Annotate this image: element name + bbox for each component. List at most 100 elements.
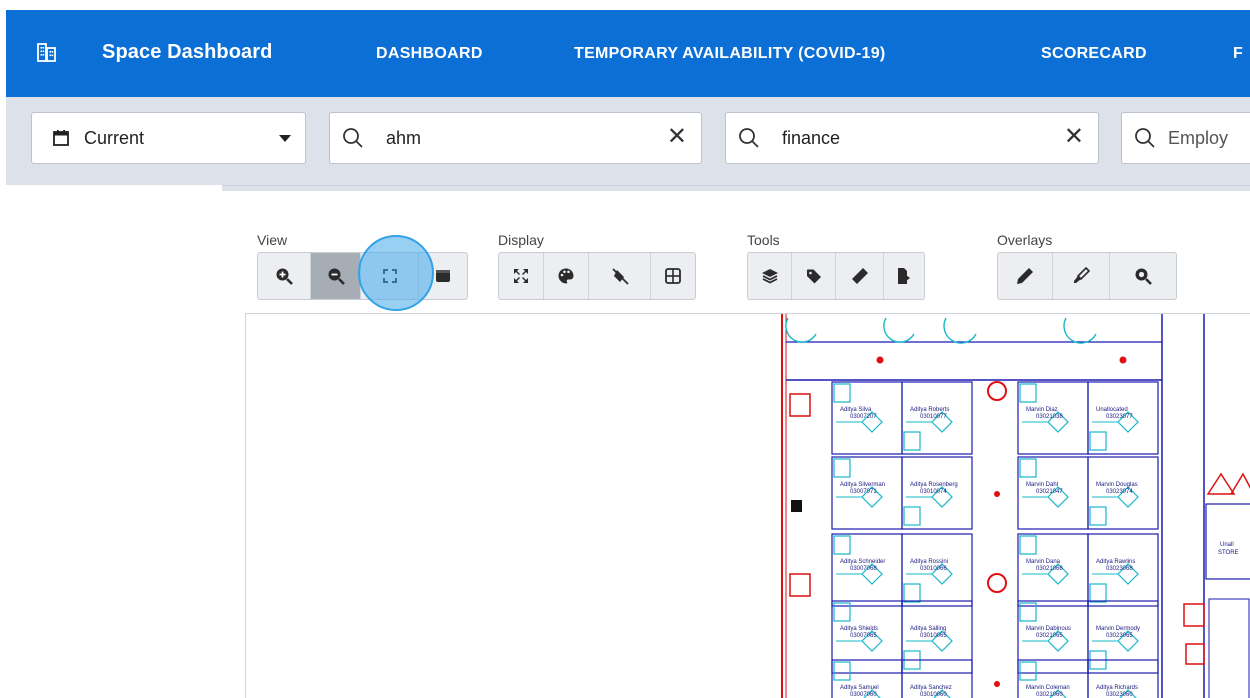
search-zoom-icon	[1135, 268, 1152, 285]
panel-divider	[222, 185, 1250, 191]
room-label-store: STORE	[1218, 550, 1239, 556]
occupant-id: 03021068	[1036, 566, 1063, 572]
tools-toolbar	[747, 252, 925, 300]
nav-temporary-availability[interactable]: TEMPORARY AVAILABILITY (COVID-19)	[574, 45, 886, 63]
workstation[interactable]: Marvin Diaz03021038	[1017, 381, 1089, 455]
layers-icon	[761, 269, 778, 284]
app-title[interactable]: Space Dashboard	[102, 41, 272, 64]
tag-icon	[806, 269, 821, 284]
workstation[interactable]: Marvin Coleman03021060	[1017, 659, 1089, 698]
calendar-icon	[53, 130, 69, 146]
occupant-id: 03010065	[920, 633, 947, 639]
hide-fill-icon	[611, 268, 629, 285]
search-input-2[interactable]: finance ✕	[725, 112, 1099, 164]
occupant-name: Marvin Dahl	[1026, 482, 1058, 488]
workstation[interactable]: Aditya Samuel03007060	[831, 659, 903, 698]
palette-icon	[558, 268, 574, 284]
search-icon	[1135, 128, 1155, 148]
occupant-name: Aditya Rawlins	[1096, 559, 1135, 565]
display-group-label: Display	[498, 232, 544, 248]
search-icon	[343, 128, 363, 148]
occupant-name: Marvin Diaz	[1026, 407, 1058, 413]
marker-button[interactable]	[1053, 253, 1110, 299]
panel-icon	[436, 270, 450, 282]
nav-more[interactable]: F	[1233, 45, 1243, 63]
workstation[interactable]: Aditya Salling03010065	[901, 600, 973, 674]
floorplan-drawing: Unall STORE Aditya Silva03007207Aditya R…	[781, 314, 1250, 698]
zoom-in-button[interactable]	[258, 253, 311, 299]
ruler-button[interactable]	[836, 253, 884, 299]
workstation[interactable]: Aditya Sanchez03010060	[901, 659, 973, 698]
workstation[interactable]: Aditya Schneider03007068	[831, 533, 903, 607]
workstation[interactable]: Unallocated03023077	[1087, 381, 1159, 455]
grid-button[interactable]	[651, 253, 695, 299]
layers-button[interactable]	[748, 253, 792, 299]
occupant-id: 03023065	[1106, 633, 1133, 639]
workstation[interactable]: Aditya Rossini03010066	[901, 533, 973, 607]
occupant-name: Marvin Coleman	[1026, 685, 1070, 691]
occupant-id: 03007071	[850, 489, 877, 495]
export-button[interactable]	[884, 253, 924, 299]
occupant-id: 03021060	[1036, 692, 1063, 698]
close-icon[interactable]: ✕	[1064, 123, 1084, 151]
tag-button[interactable]	[792, 253, 836, 299]
zoom-out-icon	[328, 268, 345, 285]
search-3-placeholder: Employ	[1168, 128, 1229, 148]
occupant-id: 03010074	[920, 489, 947, 495]
occupant-id: 03007207	[850, 414, 877, 420]
search-zoom-button[interactable]	[1110, 253, 1176, 299]
workstation[interactable]: Aditya Silverman03007071	[831, 456, 903, 530]
palette-button[interactable]	[544, 253, 589, 299]
workstation[interactable]: Aditya Silva03007207	[831, 381, 903, 455]
export-icon	[898, 268, 910, 284]
workstation[interactable]: Aditya Rawlins03023068	[1087, 533, 1159, 607]
nav-scorecard[interactable]: SCORECARD	[1041, 45, 1147, 63]
view-group-label: View	[257, 232, 288, 248]
period-value: Current	[84, 128, 145, 148]
occupant-name: Marvin Dabinous	[1026, 626, 1071, 632]
close-icon[interactable]: ✕	[667, 123, 687, 151]
building-icon	[37, 43, 56, 62]
search-1-value: ahm	[386, 128, 422, 148]
occupant-name: Marvin Dermody	[1096, 626, 1140, 632]
occupant-name: Aditya Rosenberg	[910, 482, 958, 488]
top-nav-bar: Space Dashboard DASHBOARD TEMPORARY AVAI…	[6, 10, 1250, 97]
occupant-id: 03021038	[1036, 414, 1063, 420]
marker-icon	[1074, 267, 1090, 283]
occupant-name: Aditya Rossini	[910, 559, 948, 565]
occupant-id: 03023074	[1106, 489, 1133, 495]
occupant-name: Aditya Richards	[1096, 685, 1138, 691]
workstation[interactable]: Marvin Dana03021068	[1017, 533, 1089, 607]
occupant-id: 03010060	[920, 692, 947, 698]
period-select[interactable]: Current	[31, 112, 306, 164]
expand-button[interactable]	[499, 253, 544, 299]
occupant-id: 03021065	[1036, 633, 1063, 639]
search-2-value: finance	[782, 128, 841, 148]
occupant-id: 03023068	[1106, 566, 1133, 572]
hide-fill-button[interactable]	[589, 253, 651, 299]
occupant-name: Aditya Samuel	[840, 685, 879, 691]
zoom-out-button[interactable]	[311, 253, 361, 299]
search-icon	[739, 128, 759, 148]
search-input-1[interactable]: ahm ✕	[329, 112, 702, 164]
workstation[interactable]: Marvin Douglas03023074	[1087, 456, 1159, 530]
room-label-unall: Unall	[1220, 542, 1234, 548]
occupant-id: 03010077	[920, 414, 947, 420]
workstation[interactable]: Aditya Richards03023060	[1087, 659, 1159, 698]
workstation[interactable]: Aditya Roberts03010077	[901, 381, 973, 455]
workstation[interactable]: Marvin Dermody03023065	[1087, 600, 1159, 674]
nav-dashboard[interactable]: DASHBOARD	[376, 45, 483, 63]
workstation[interactable]: Marvin Dahl03021047	[1017, 456, 1089, 530]
occupant-name: Marvin Douglas	[1096, 482, 1138, 488]
occupant-name: Unallocated	[1096, 407, 1128, 413]
overlays-toolbar	[997, 252, 1177, 300]
occupant-name: Aditya Sanchez	[910, 685, 952, 691]
tools-group-label: Tools	[747, 232, 780, 248]
occupant-name: Aditya Silverman	[840, 482, 885, 488]
grid-icon	[665, 268, 681, 284]
workstation[interactable]: Aditya Rosenberg03010074	[901, 456, 973, 530]
floorplan-canvas[interactable]: Unall STORE Aditya Silva 03007207 Aditya R…	[245, 313, 1250, 698]
search-input-3[interactable]: Employ	[1121, 112, 1250, 164]
pencil-button[interactable]	[998, 253, 1053, 299]
occupant-name: Aditya Salling	[910, 626, 946, 632]
